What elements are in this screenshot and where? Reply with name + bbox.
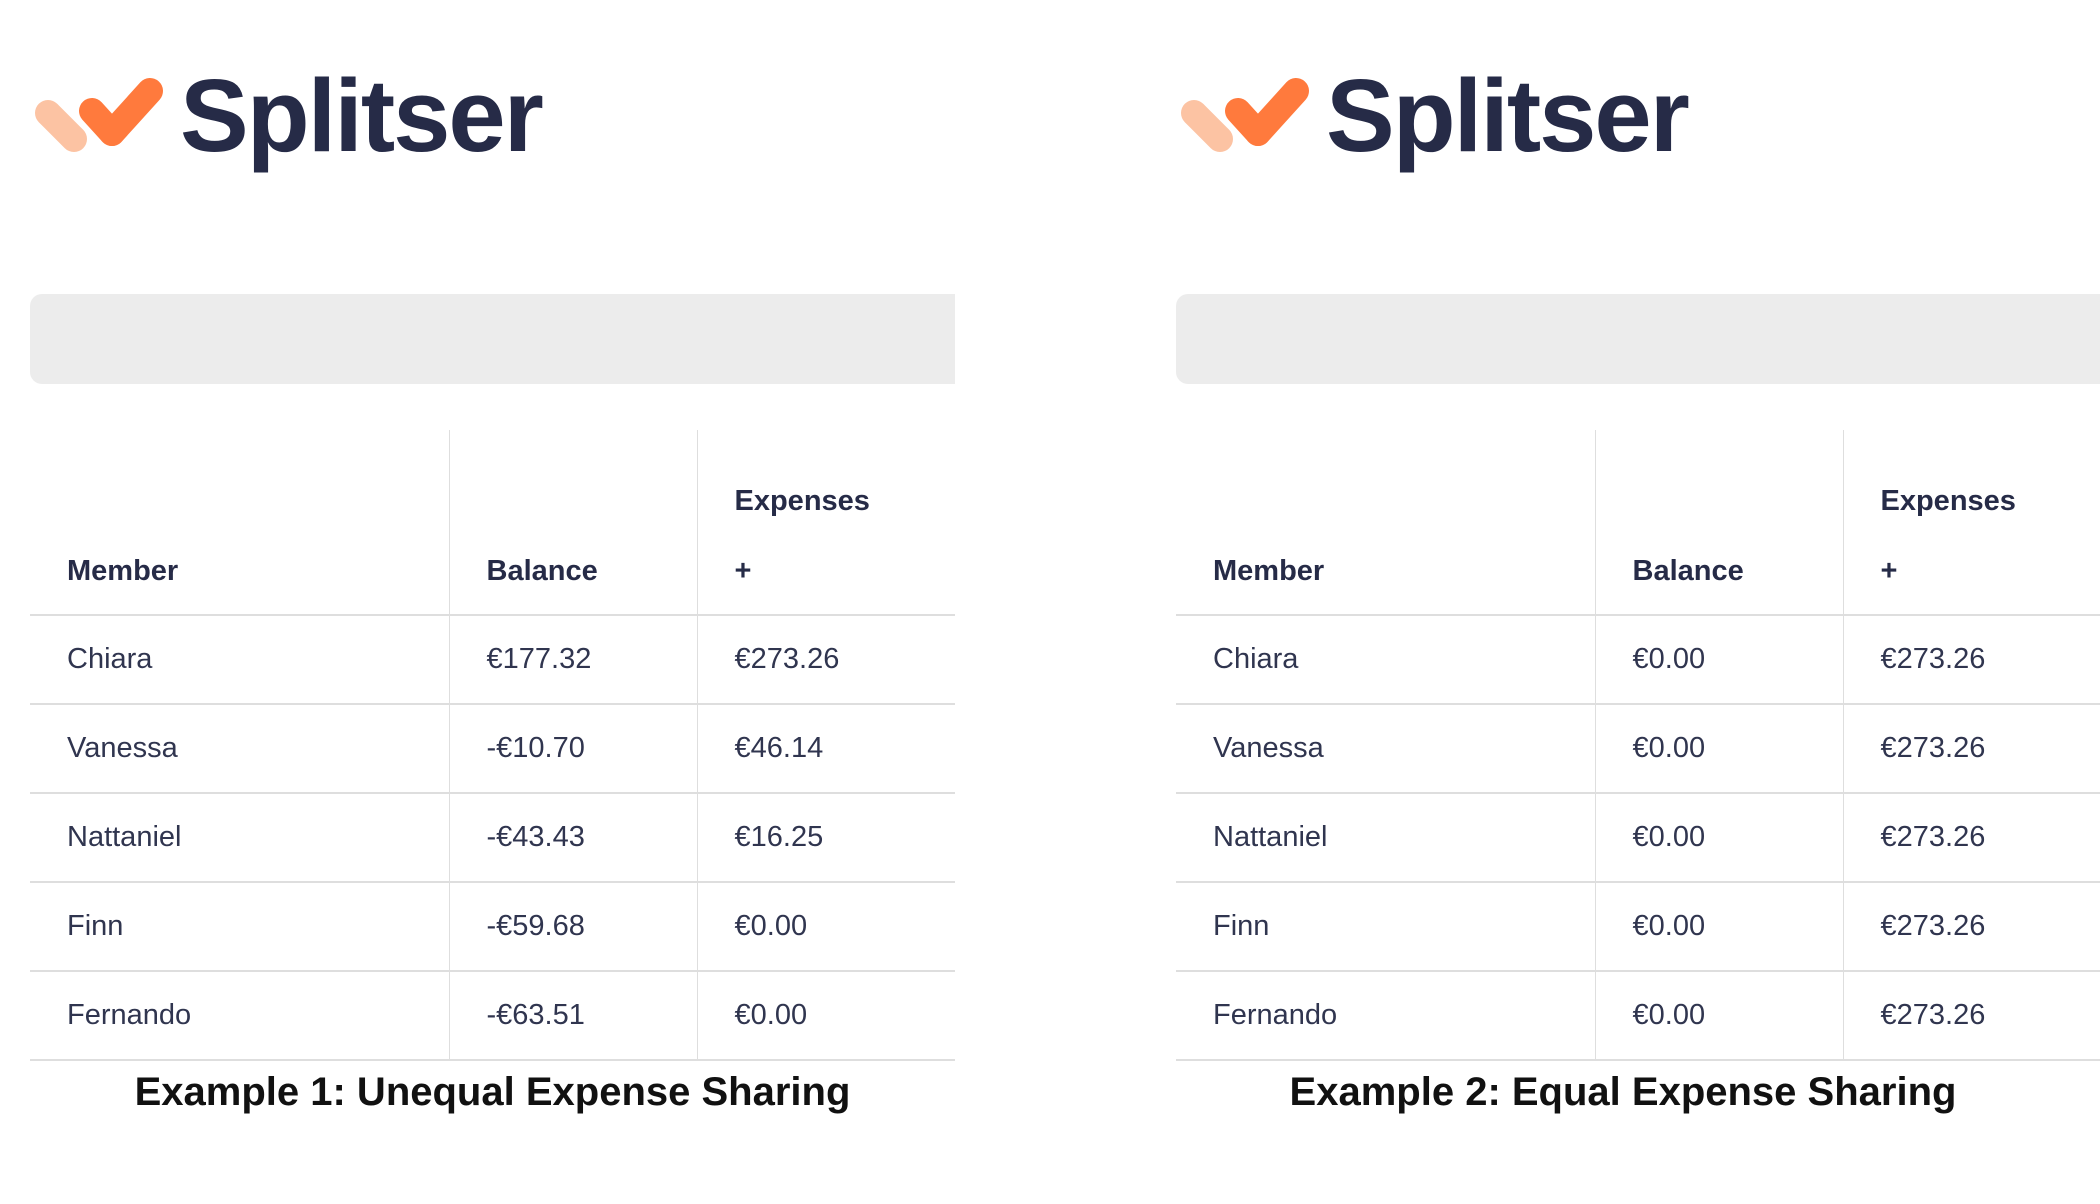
expenses-value: €0.00 <box>696 882 955 972</box>
member-name: Finn <box>1176 882 1595 972</box>
expenses-header: Expenses <box>1842 430 2100 528</box>
balance-value: -€63.51 <box>448 971 697 1061</box>
table-row[interactable]: Vanessa €0.00 €273.26 <box>1176 704 2100 794</box>
members-table: Expenses Member Balance + Chiara €0.00 €… <box>1176 430 2100 1061</box>
balance-value: €0.00 <box>1594 704 1843 794</box>
expenses-value: €273.26 <box>1842 793 2100 883</box>
table-row[interactable]: Nattaniel -€43.43 €16.25 <box>30 793 955 883</box>
example-1-panel: Splitser Expenses Member Balance + Chiar… <box>0 0 955 1204</box>
table-row[interactable]: Fernando -€63.51 €0.00 <box>30 971 955 1061</box>
expenses-value: €16.25 <box>696 793 955 883</box>
table-row[interactable]: Vanessa -€10.70 €46.14 <box>30 704 955 794</box>
table-row[interactable]: Chiara €0.00 €273.26 <box>1176 615 2100 705</box>
member-name: Chiara <box>1176 615 1595 705</box>
example-2-panel: Splitser Expenses Member Balance + Chiar… <box>1146 0 2100 1204</box>
add-expense-button[interactable]: + <box>1842 528 2100 616</box>
member-name: Nattaniel <box>1176 793 1595 883</box>
expenses-header: Expenses <box>696 430 955 528</box>
logo-wordmark: Splitser <box>1326 57 1690 173</box>
splitser-logo[interactable]: Splitser <box>1176 57 1690 173</box>
table-row[interactable]: Chiara €177.32 €273.26 <box>30 615 955 705</box>
checkmark-logo-icon <box>35 78 163 152</box>
balance-value: -€10.70 <box>448 704 697 794</box>
balance-value: -€43.43 <box>448 793 697 883</box>
balance-value: -€59.68 <box>448 882 697 972</box>
expenses-value: €273.26 <box>1842 882 2100 972</box>
expenses-value: €273.26 <box>1842 704 2100 794</box>
example-2-caption: Example 2: Equal Expense Sharing <box>1289 1070 1957 1114</box>
expenses-value: €0.00 <box>696 971 955 1061</box>
expenses-value: €273.26 <box>1842 971 2100 1061</box>
balance-header: Balance <box>448 528 697 616</box>
table-row[interactable]: Nattaniel €0.00 €273.26 <box>1176 793 2100 883</box>
balance-value: €0.00 <box>1594 793 1843 883</box>
splitser-logo[interactable]: Splitser <box>30 57 544 173</box>
member-name: Nattaniel <box>30 793 449 883</box>
checkmark-logo-icon <box>1181 78 1309 152</box>
member-name: Chiara <box>30 615 449 705</box>
balance-value: €177.32 <box>448 615 697 705</box>
member-name: Fernando <box>30 971 449 1061</box>
member-header: Member <box>30 528 449 616</box>
member-name: Finn <box>30 882 449 972</box>
balance-header: Balance <box>1594 528 1843 616</box>
add-expense-button[interactable]: + <box>696 528 955 616</box>
table-row[interactable]: Fernando €0.00 €273.26 <box>1176 971 2100 1061</box>
member-header: Member <box>1176 528 1595 616</box>
expenses-value: €273.26 <box>1842 615 2100 705</box>
logo-wordmark: Splitser <box>180 57 544 173</box>
table-row[interactable]: Finn €0.00 €273.26 <box>1176 882 2100 972</box>
balance-value: €0.00 <box>1594 615 1843 705</box>
header-bar <box>1176 294 2100 384</box>
header-bar <box>30 294 955 384</box>
example-1-caption: Example 1: Unequal Expense Sharing <box>134 1070 851 1114</box>
expenses-value: €46.14 <box>696 704 955 794</box>
members-table: Expenses Member Balance + Chiara €177.32… <box>30 430 955 1061</box>
table-row[interactable]: Finn -€59.68 €0.00 <box>30 882 955 972</box>
member-name: Vanessa <box>30 704 449 794</box>
member-name: Vanessa <box>1176 704 1595 794</box>
balance-value: €0.00 <box>1594 882 1843 972</box>
member-name: Fernando <box>1176 971 1595 1061</box>
balance-value: €0.00 <box>1594 971 1843 1061</box>
expenses-value: €273.26 <box>696 615 955 705</box>
